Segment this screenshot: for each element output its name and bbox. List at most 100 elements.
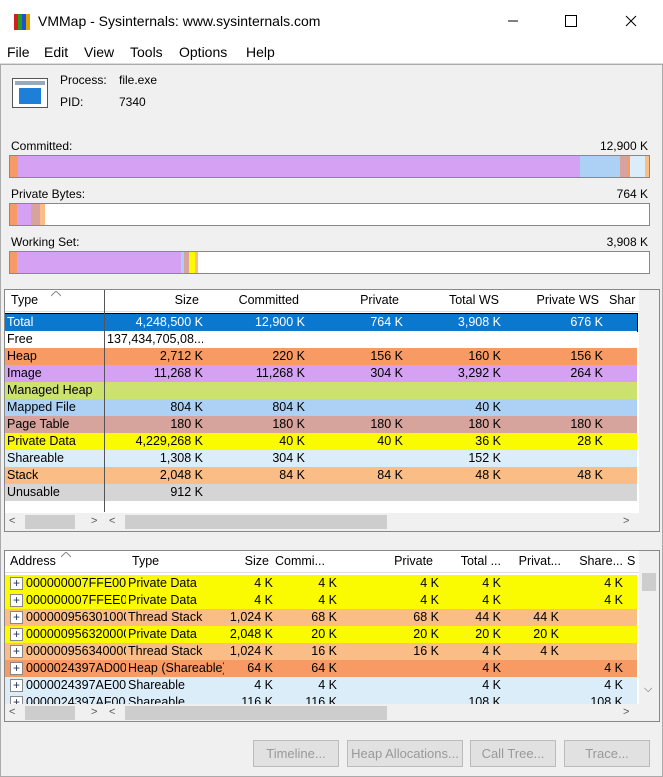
minimize-button[interactable] [498,8,528,34]
scroll-thumb[interactable] [642,573,656,591]
expand-icon[interactable]: + [10,679,23,692]
expand-icon[interactable]: + [10,628,23,641]
scroll-right-icon[interactable]: > [91,706,97,718]
menu-options[interactable]: Options [179,44,227,60]
expand-icon[interactable]: + [10,645,23,658]
col-type[interactable]: Type [132,554,159,568]
table-cell: 4 K [482,576,501,590]
scroll-thumb[interactable] [125,706,387,720]
table-row[interactable]: +000000007FFEE000Private Data 4 K 4 K 4 K 4 … [5,592,637,609]
scroll-thumb[interactable] [25,515,75,529]
table-cell: 000000007FFE0000 [26,576,126,590]
table-row[interactable]: +0000024397AD0000Heap (Shareable) 64 K 64 … [5,660,637,677]
table-row[interactable]: +0000024397AE0000Shareable 4 K 4 K 4 K 4 K [5,677,637,694]
menu-help[interactable]: Help [246,44,275,60]
pid-label: PID: [60,95,84,109]
committed-value: 12,900 K [599,139,648,153]
col-total-ws[interactable]: Total WS [425,293,499,307]
table-cell: 84 K [279,468,305,482]
table-cell: 180 K [170,417,203,431]
col-type[interactable]: Type [11,293,38,307]
details-vscroll[interactable]: ⌵ [639,551,659,705]
scroll-right-icon[interactable]: > [623,706,629,718]
working-set-bar [9,251,650,274]
table-cell: 180 K [468,417,501,431]
col-committed[interactable]: Committed [215,293,299,307]
col-private[interactable]: Private [375,554,433,568]
table-cell: 4 K [318,576,337,590]
table-row[interactable]: Shareable 1,308 K 304 K 152 K [5,450,637,467]
table-cell: 764 K [370,315,403,329]
scroll-down-icon[interactable]: ⌵ [644,683,652,696]
table-cell: 0000009563010000 [26,610,126,624]
maximize-button[interactable] [556,8,586,34]
working-set-value: 3,908 K [606,235,648,249]
col-shared-ws[interactable]: S [627,554,637,568]
table-cell: 4 K [482,593,501,607]
scroll-thumb[interactable] [125,515,387,529]
table-cell: 3,908 K [457,315,501,329]
scroll-left-icon[interactable]: < [9,515,15,527]
table-row[interactable]: Total 4,248,500 K 12,900 K 764 K 3,908 K 676 … [5,313,638,332]
table-row[interactable]: +0000009563400000Thread Stack 1,024 K 16 K… [5,643,637,660]
table-cell: 180 K [370,417,403,431]
menu-file[interactable]: File [7,44,30,60]
table-row[interactable]: Page Table 180 K 180 K 180 K 180 K 180 K [5,416,637,433]
table-cell: 1,024 K [229,610,273,624]
private-bytes-label: Private Bytes: [11,187,86,201]
col-shareable-ws[interactable]: Share... [567,554,623,568]
table-cell: 20 K [533,627,559,641]
table-cell: Image [7,366,42,380]
summary-hscroll[interactable]: < > < > [5,513,659,531]
scroll-thumb[interactable] [25,706,75,720]
table-cell: Unusable [7,485,60,499]
scroll-right-icon[interactable]: > [91,515,97,527]
col-shareable-ws[interactable]: Shar [609,293,637,307]
expand-icon[interactable]: + [10,577,23,590]
col-private-ws[interactable]: Private WS [515,293,599,307]
details-table[interactable]: Address Type Size Commi... Private Total… [4,550,660,722]
heap-allocations-button[interactable]: Heap Allocations... [347,740,463,767]
col-private[interactable]: Private [325,293,399,307]
summary-table[interactable]: Type Size Committed Private Total WS Pri… [4,289,660,532]
table-row[interactable]: Free 137,434,705,08... [5,331,637,348]
scroll-left-icon[interactable]: < [109,706,115,718]
table-cell: Shareable [128,678,185,692]
summary-vscroll[interactable] [639,290,659,514]
col-address[interactable]: Address [10,554,56,568]
details-hscroll[interactable]: < > < > [5,704,659,721]
timeline-button[interactable]: Timeline... [253,740,339,767]
menu-tools[interactable]: Tools [130,44,163,60]
menu-edit[interactable]: Edit [44,44,68,60]
menu-view[interactable]: View [84,44,114,60]
call-tree-button[interactable]: Call Tree... [470,740,556,767]
private-bytes-bar [9,203,650,226]
table-row[interactable]: +000000007FFE0000Private Data 4 K 4 K 4 K 4 … [5,575,637,592]
col-size[interactable]: Size [227,554,269,568]
scroll-left-icon[interactable]: < [9,706,15,718]
expand-icon[interactable]: + [10,611,23,624]
close-button[interactable] [616,8,646,34]
scroll-left-icon[interactable]: < [109,515,115,527]
table-row[interactable]: Image 11,268 K 11,268 K 304 K 3,292 K 264 K [5,365,637,382]
col-private-ws[interactable]: Privat... [507,554,561,568]
table-cell: 44 K [475,610,501,624]
table-cell: 4 K [254,678,273,692]
table-row[interactable]: +0000009563010000Thread Stack 1,024 K 68 K… [5,609,637,626]
expand-icon[interactable]: + [10,662,23,675]
table-row[interactable]: +0000009563200000Private Data 2,048 K 20 K… [5,626,637,643]
col-size[interactable]: Size [145,293,199,307]
table-row[interactable]: Unusable 912 K [5,484,637,501]
table-row[interactable]: Heap 2,712 K 220 K 156 K 160 K 156 K [5,348,637,365]
expand-icon[interactable]: + [10,594,23,607]
table-row[interactable]: Stack 2,048 K 84 K 84 K 48 K 48 K [5,467,637,484]
table-row[interactable]: Managed Heap [5,382,637,399]
table-row[interactable]: Private Data 4,229,268 K 40 K 40 K 36 K 28 K [5,433,637,450]
process-label: Process: [60,73,107,87]
scroll-right-icon[interactable]: > [623,515,629,527]
trace-button[interactable]: Trace... [564,740,650,767]
col-committed[interactable]: Commi... [275,554,337,568]
table-row[interactable]: Mapped File 804 K 804 K 40 K [5,399,637,416]
col-total-ws[interactable]: Total ... [445,554,501,568]
table-cell: Private Data [7,434,76,448]
